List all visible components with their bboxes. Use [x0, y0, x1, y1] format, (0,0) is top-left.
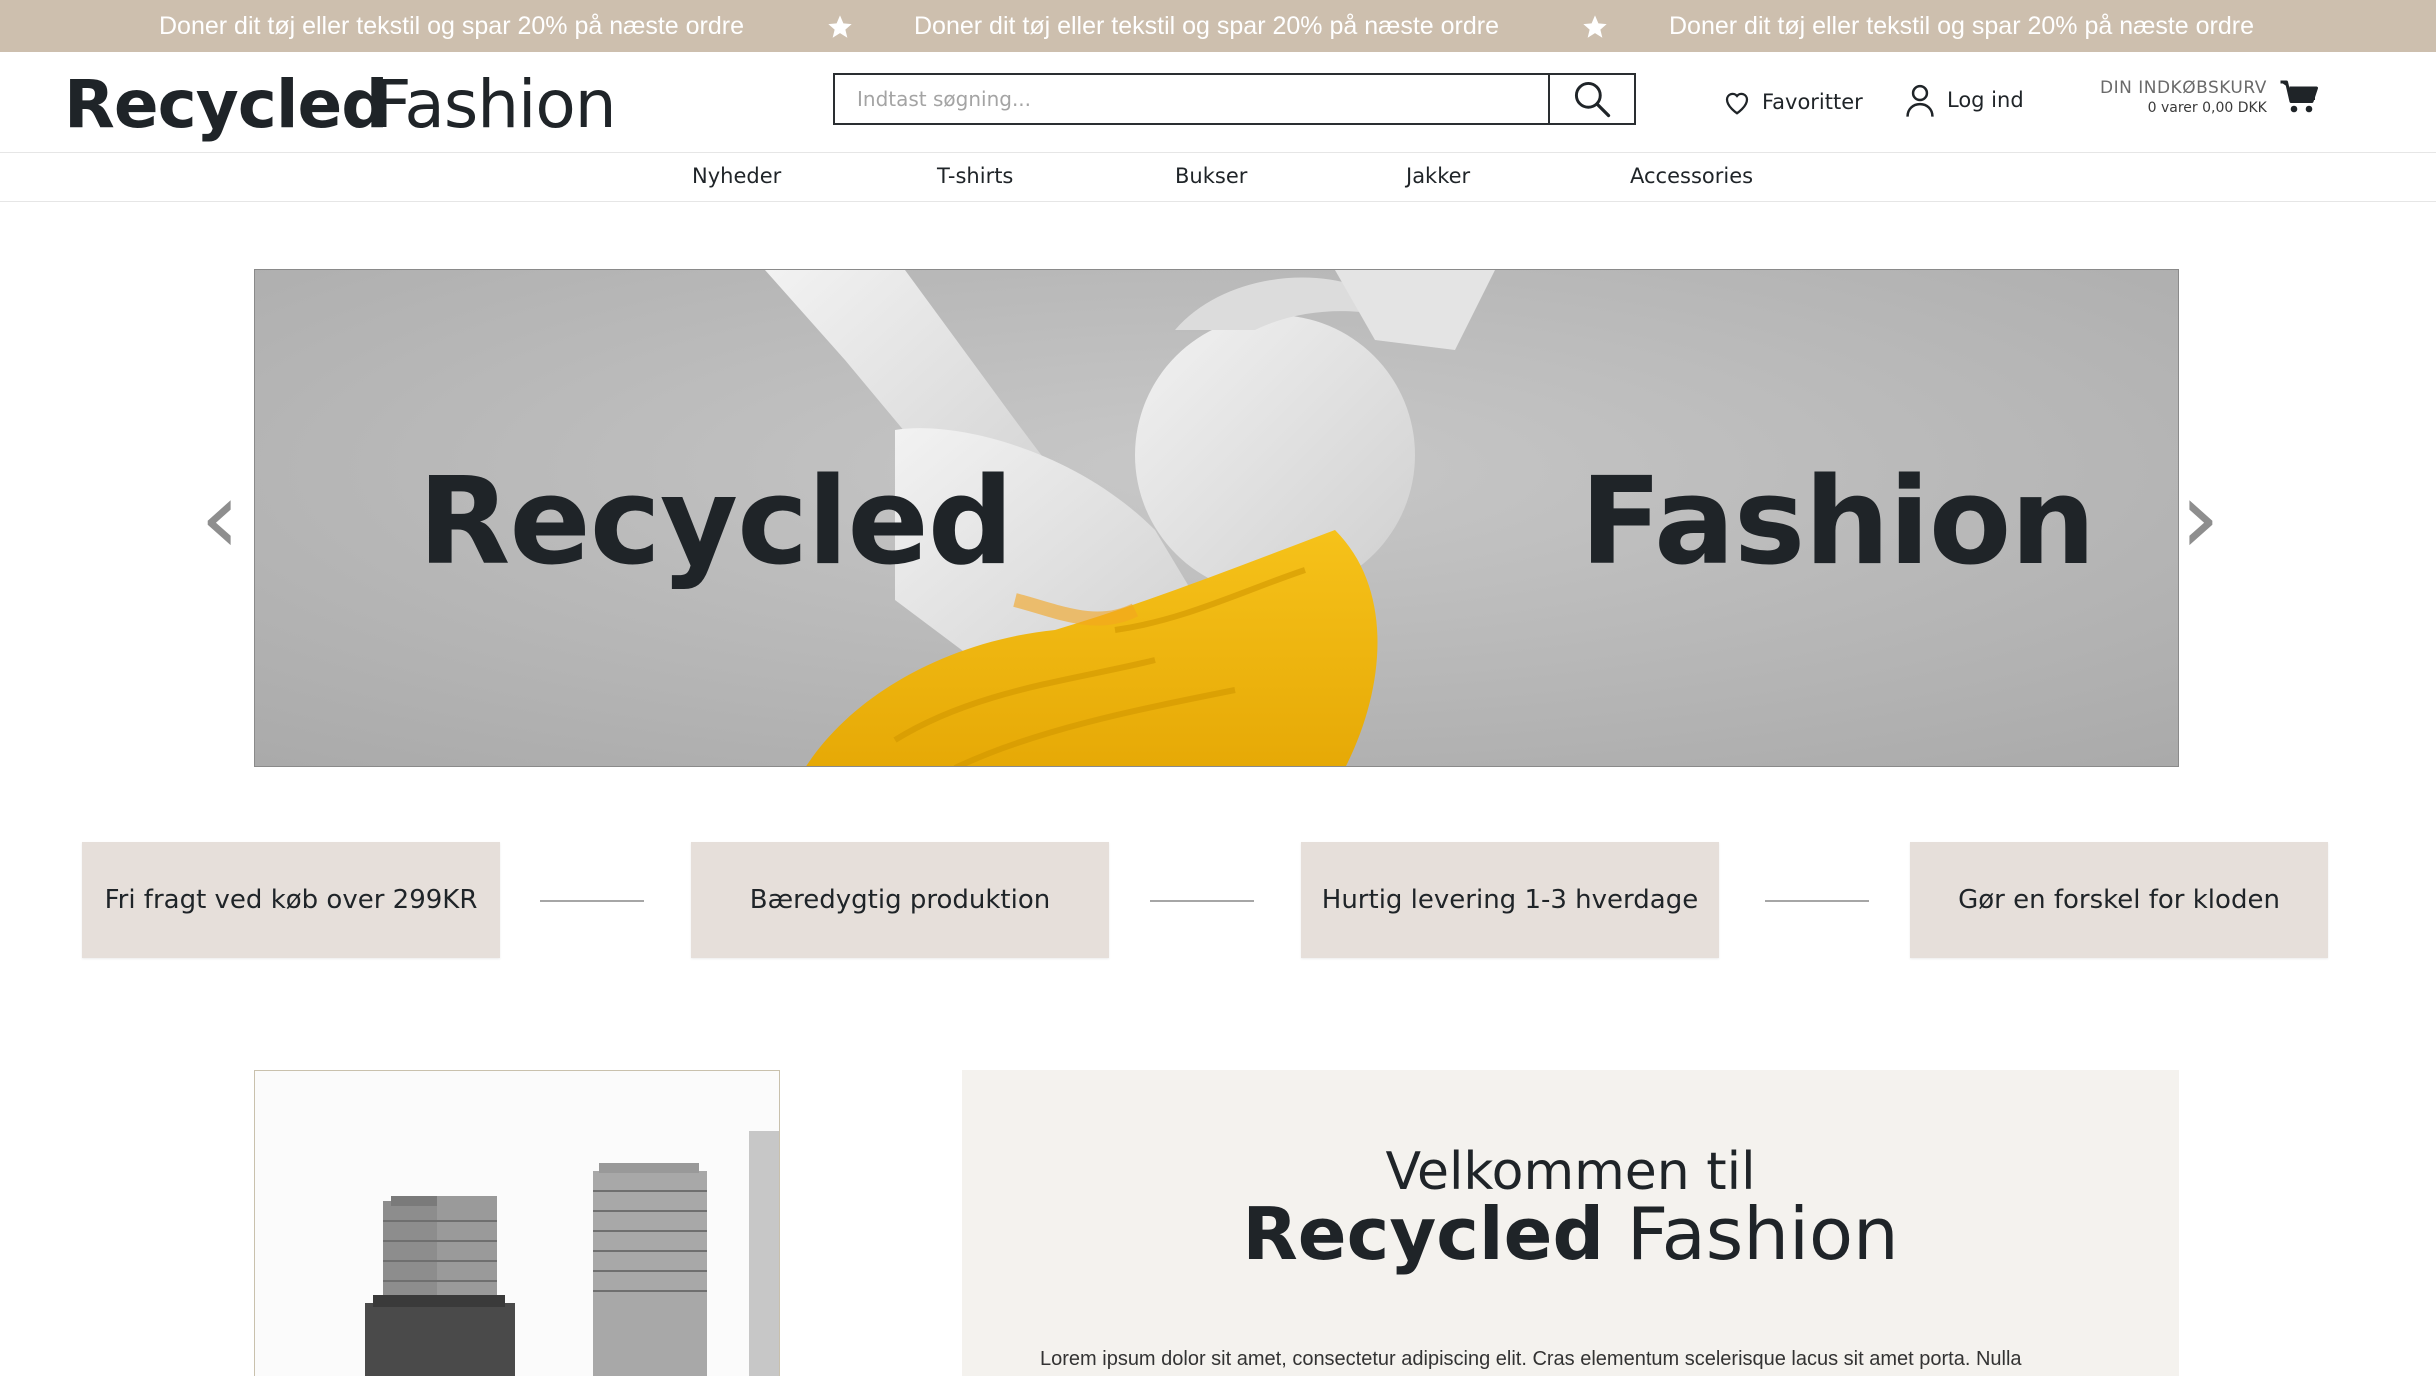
- welcome-section: Velkommen til Recycled Fashion Lorem ips…: [962, 1070, 2179, 1376]
- login-link[interactable]: Log ind: [1903, 82, 2024, 118]
- site-header: RecycledFashion Favoritter Log ind DIN I…: [0, 52, 2436, 153]
- logo-fashion: Fashion: [373, 66, 616, 143]
- welcome-text: Lorem ipsum dolor sit amet, consectetur …: [1040, 1348, 2022, 1370]
- nav-item-accessories[interactable]: Accessories: [1630, 164, 1753, 188]
- hero-title-fashion: Fashion: [1580, 453, 2096, 592]
- star-icon: [1583, 15, 1607, 38]
- carousel-prev-button[interactable]: ‹: [200, 468, 240, 568]
- hero-banner: Recycled Fashion: [254, 269, 2179, 767]
- main-nav: Nyheder T-shirts Bukser Jakker Accessori…: [0, 153, 2436, 202]
- nav-item-tshirts[interactable]: T-shirts: [937, 164, 1013, 188]
- search-button[interactable]: [1548, 75, 1634, 123]
- cart-summary: 0 varer 0,00 DKK: [2147, 100, 2267, 116]
- search-input[interactable]: [835, 75, 1548, 123]
- feature-fast-delivery: Hurtig levering 1-3 hverdage: [1301, 842, 1719, 958]
- favorites-label: Favoritter: [1762, 90, 1863, 114]
- search-bar: [833, 73, 1636, 125]
- logo-recycled: Recycled: [64, 66, 388, 143]
- star-icon: [828, 15, 852, 38]
- promo-message: Doner dit tøj eller tekstil og spar 20% …: [914, 12, 1499, 40]
- feature-divider: [540, 900, 644, 902]
- cart-text: DIN INDKØBSKURV 0 varer 0,00 DKK: [2100, 78, 2267, 116]
- city-photo: [254, 1070, 780, 1376]
- feature-free-shipping: Fri fragt ved køb over 299KR: [82, 842, 500, 958]
- welcome-brand-fashion: Fashion: [1626, 1192, 1899, 1276]
- promo-banner: Doner dit tøj eller tekstil og spar 20% …: [0, 0, 2436, 52]
- favorites-link[interactable]: Favoritter: [1722, 88, 1863, 116]
- carousel-next-button[interactable]: ›: [2180, 468, 2220, 568]
- user-icon: [1906, 84, 1934, 117]
- search-icon: [1574, 81, 1611, 118]
- cart-button[interactable]: DIN INDKØBSKURV 0 varer 0,00 DKK: [2100, 78, 2321, 116]
- nav-item-bukser[interactable]: Bukser: [1175, 164, 1247, 188]
- promo-message: Doner dit tøj eller tekstil og spar 20% …: [159, 12, 744, 40]
- site-logo[interactable]: RecycledFashion: [64, 66, 617, 143]
- hero-title-recycled: Recycled: [418, 453, 1014, 592]
- welcome-brand: Recycled Fashion: [962, 1192, 2179, 1276]
- feature-divider: [1150, 900, 1254, 902]
- cart-title: DIN INDKØBSKURV: [2100, 78, 2267, 98]
- promo-message: Doner dit tøj eller tekstil og spar 20% …: [1669, 12, 2254, 40]
- nav-item-jakker[interactable]: Jakker: [1406, 164, 1470, 188]
- welcome-brand-recycled: Recycled: [1242, 1192, 1604, 1276]
- building-image: [255, 1071, 779, 1376]
- feature-sustainable: Bæredygtig produktion: [691, 842, 1109, 958]
- cart-icon: [2280, 80, 2318, 113]
- feature-make-difference: Gør en forskel for kloden: [1910, 842, 2328, 958]
- nav-item-nyheder[interactable]: Nyheder: [692, 164, 781, 188]
- heart-icon: [1725, 92, 1749, 115]
- feature-divider: [1765, 900, 1869, 902]
- login-label: Log ind: [1947, 88, 2024, 112]
